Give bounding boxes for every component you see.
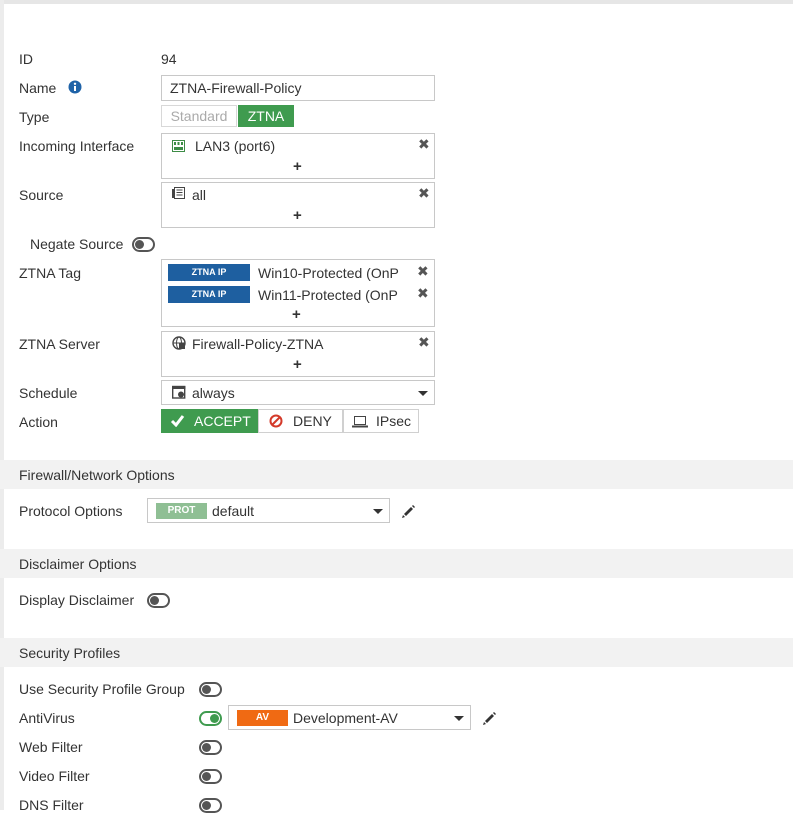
schedule-value: always — [192, 385, 235, 401]
name-input[interactable]: ZTNA-Firewall-Policy — [161, 75, 435, 101]
name-input-value: ZTNA-Firewall-Policy — [170, 80, 302, 96]
source-field[interactable]: all ✖ + — [161, 182, 435, 228]
id-value: 94 — [161, 51, 177, 67]
deny-icon — [269, 414, 283, 428]
ztna-server-value: Firewall-Policy-ZTNA — [192, 336, 324, 352]
video-filter-label: Video Filter — [19, 768, 90, 784]
window-top-border — [0, 0, 793, 4]
ztna-server-label: ZTNA Server — [19, 336, 100, 352]
ztna-tag-item: Win10-Protected (OnP — [258, 265, 399, 281]
source-label: Source — [19, 187, 64, 203]
schedule-select[interactable]: always — [161, 380, 435, 405]
laptop-icon — [352, 415, 368, 428]
section-title: Disclaimer Options — [19, 556, 137, 572]
antivirus-toggle[interactable] — [199, 711, 222, 726]
protocol-options-select[interactable]: PROT default — [147, 498, 390, 523]
action-accept-button[interactable]: ACCEPT — [161, 409, 258, 433]
web-filter-label: Web Filter — [19, 739, 83, 755]
window-left-border — [0, 0, 4, 810]
incoming-interface-label: Incoming Interface — [19, 138, 135, 154]
video-filter-toggle[interactable] — [199, 769, 222, 784]
close-icon[interactable]: ✖ — [417, 285, 429, 302]
schedule-label: Schedule — [19, 385, 78, 401]
action-accept-label: ACCEPT — [194, 413, 251, 429]
antivirus-label: AntiVirus — [19, 710, 75, 726]
dns-filter-toggle[interactable] — [199, 798, 222, 813]
info-icon[interactable] — [68, 80, 82, 94]
ztna-ip-badge: ZTNA IP — [168, 286, 250, 303]
checkmark-icon — [170, 414, 185, 428]
action-ipsec-button[interactable]: IPsec — [343, 409, 419, 433]
incoming-interface-field[interactable]: LAN3 (port6) ✖ + — [161, 133, 435, 179]
antivirus-profile-select[interactable]: AV Development-AV — [228, 705, 471, 730]
add-interface-button[interactable]: + — [293, 158, 302, 175]
close-icon[interactable]: ✖ — [418, 185, 430, 202]
section-security-profiles: Security Profiles — [0, 638, 793, 667]
negate-source-label: Negate Source — [30, 236, 124, 252]
interface-port-icon — [172, 139, 185, 152]
protocol-options-value: default — [212, 503, 255, 519]
pencil-icon[interactable] — [482, 711, 497, 726]
type-ztna-option[interactable]: ZTNA — [238, 105, 294, 127]
schedule-icon — [171, 385, 186, 399]
type-standard-option[interactable]: Standard — [161, 105, 237, 127]
action-ipsec-label: IPsec — [376, 413, 412, 429]
display-disclaimer-toggle[interactable] — [147, 593, 170, 608]
ztna-server-icon — [172, 336, 186, 350]
add-source-button[interactable]: + — [293, 207, 302, 224]
close-icon[interactable]: ✖ — [418, 334, 430, 351]
ztna-tag-label: ZTNA Tag — [19, 265, 81, 281]
action-deny-button[interactable]: DENY — [258, 409, 343, 433]
id-label: ID — [19, 51, 33, 67]
type-label: Type — [19, 109, 50, 125]
chevron-down-icon[interactable] — [454, 716, 464, 721]
address-icon — [172, 187, 186, 200]
av-badge: AV — [237, 710, 288, 726]
dns-filter-label: DNS Filter — [19, 797, 84, 813]
ztna-server-field[interactable]: Firewall-Policy-ZTNA ✖ + — [161, 331, 435, 377]
protocol-options-label: Protocol Options — [19, 503, 123, 519]
pencil-icon[interactable] — [401, 504, 416, 519]
source-value: all — [192, 187, 207, 203]
close-icon[interactable]: ✖ — [418, 136, 430, 153]
section-disclaimer-options: Disclaimer Options — [0, 549, 793, 578]
section-firewall-network-options: Firewall/Network Options — [0, 460, 793, 489]
section-title: Security Profiles — [19, 645, 121, 661]
prot-badge: PROT — [156, 503, 207, 519]
ztna-tag-item: Win11-Protected (OnP — [258, 287, 398, 303]
section-title: Firewall/Network Options — [19, 467, 175, 483]
display-disclaimer-label: Display Disclaimer — [19, 592, 135, 608]
add-ztna-server-button[interactable]: + — [293, 356, 302, 373]
add-ztna-tag-button[interactable]: + — [292, 306, 301, 323]
negate-source-toggle[interactable] — [132, 237, 155, 252]
action-label: Action — [19, 414, 58, 430]
use-security-profile-group-toggle[interactable] — [199, 682, 222, 697]
chevron-down-icon[interactable] — [373, 509, 383, 514]
antivirus-profile-value: Development-AV — [293, 710, 398, 726]
name-label: Name — [19, 80, 57, 96]
incoming-interface-value: LAN3 (port6) — [195, 138, 276, 154]
ztna-ip-badge: ZTNA IP — [168, 264, 250, 281]
action-deny-label: DENY — [293, 413, 332, 429]
web-filter-toggle[interactable] — [199, 740, 222, 755]
chevron-down-icon[interactable] — [418, 391, 428, 396]
use-security-profile-group-label: Use Security Profile Group — [19, 681, 185, 697]
close-icon[interactable]: ✖ — [417, 263, 429, 280]
